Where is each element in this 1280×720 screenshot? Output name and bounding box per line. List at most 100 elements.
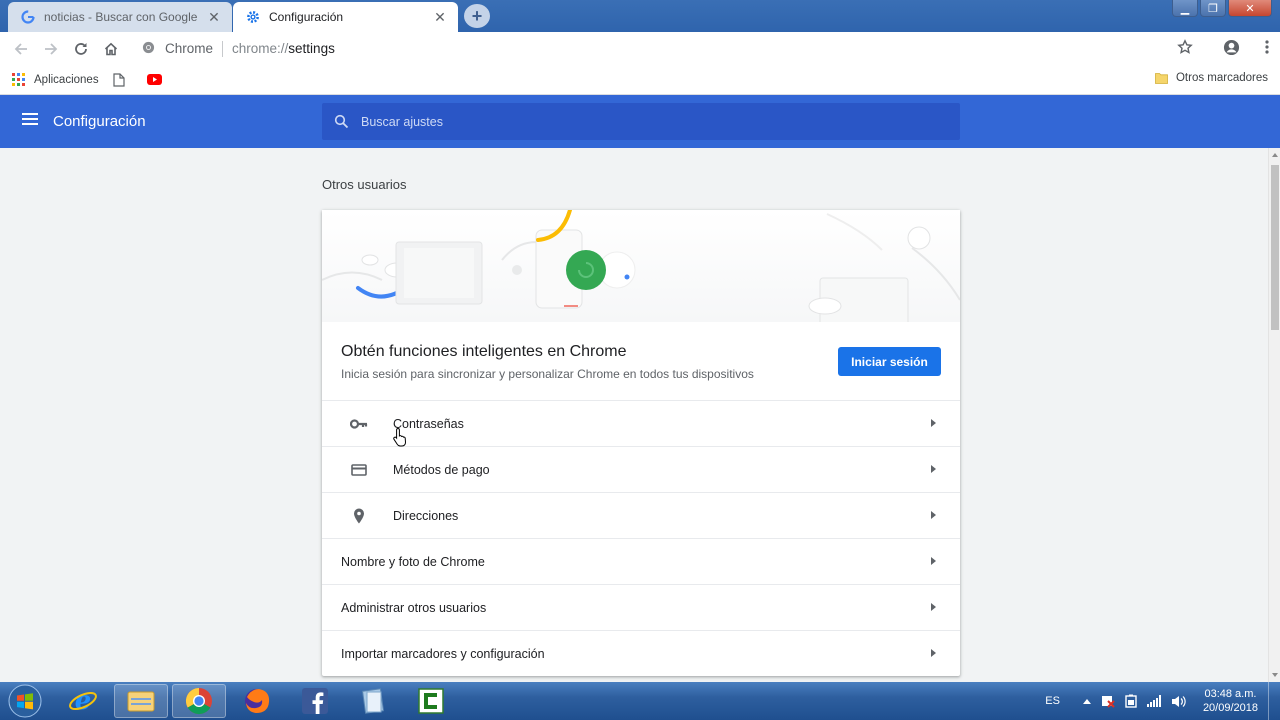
row-label: Nombre y foto de Chrome [341, 554, 485, 569]
forward-button[interactable] [36, 34, 66, 64]
key-icon [350, 415, 368, 433]
row-payment-methods[interactable]: Métodos de pago [322, 446, 960, 492]
page-title: Configuración [53, 113, 146, 130]
clock-time: 03:48 a.m. [1204, 688, 1257, 700]
home-icon [104, 42, 118, 55]
chrome-site-icon [142, 41, 155, 57]
tab-title: noticias - Buscar con Google [44, 10, 198, 24]
bookmark-youtube[interactable] [146, 74, 170, 85]
taskbar-camtasia[interactable] [404, 684, 458, 718]
clock[interactable]: 03:48 a.m. 20/09/2018 [1203, 687, 1258, 715]
system-tray: ES 03:48 a.m. 20/09/2018 [1045, 682, 1280, 720]
bookmark-star-icon[interactable] [1177, 39, 1193, 58]
windows-taskbar: e ES 03:48 a.m. 20/09/2018 [0, 682, 1280, 720]
section-title: Otros usuarios [322, 177, 407, 192]
sync-illustration [322, 210, 960, 322]
camtasia-icon [418, 688, 444, 714]
google-g-icon [20, 9, 36, 25]
chrome-menu-icon[interactable] [1264, 39, 1270, 58]
show-desktop-button[interactable] [1268, 682, 1280, 720]
action-center-icon[interactable] [1101, 694, 1115, 708]
scroll-thumb[interactable] [1271, 165, 1279, 330]
minimize-button[interactable]: ▁ [1172, 0, 1198, 17]
other-bookmarks[interactable]: Otros marcadores [1155, 72, 1268, 84]
chevron-right-icon [931, 419, 936, 427]
chevron-right-icon [931, 465, 936, 473]
row-import-bookmarks[interactable]: Importar marcadores y configuración [322, 630, 960, 676]
settings-content: Otros usuarios Obtén funciones inteligen… [0, 148, 1268, 682]
page-icon [112, 72, 125, 87]
scroll-down-icon[interactable] [1272, 673, 1278, 677]
toolbar-right [1177, 32, 1270, 65]
taskbar-file-explorer[interactable] [114, 684, 168, 718]
people-card: Obtén funciones inteligentes en Chrome I… [322, 210, 960, 676]
close-tab-icon[interactable]: ✕ [432, 9, 448, 25]
chevron-right-icon [931, 649, 936, 657]
back-button[interactable] [6, 34, 36, 64]
credit-card-icon [350, 461, 368, 479]
forward-arrow-icon [45, 42, 58, 55]
taskbar-chrome[interactable] [172, 684, 226, 718]
apps-grid-icon [12, 72, 26, 87]
back-arrow-icon [14, 42, 27, 55]
hand-cursor-icon [393, 427, 407, 447]
row-label: Métodos de pago [393, 462, 490, 477]
windows-logo-icon [8, 684, 42, 718]
firefox-icon [245, 689, 270, 713]
scroll-up-icon[interactable] [1272, 153, 1278, 157]
volume-icon[interactable] [1171, 695, 1186, 708]
sign-in-button[interactable]: Iniciar sesión [838, 347, 941, 376]
row-label: Importar marcadores y configuración [341, 646, 545, 661]
taskbar-firefox[interactable] [230, 684, 284, 718]
url-path: settings [288, 41, 335, 56]
browser-toolbar: Chrome chrome://settings [0, 32, 1280, 65]
close-tab-icon[interactable]: ✕ [206, 9, 222, 25]
other-bookmarks-label: Otros marcadores [1175, 72, 1268, 84]
chevron-right-icon [931, 511, 936, 519]
url-scheme: chrome:// [232, 41, 289, 56]
site-label: Chrome [165, 41, 214, 56]
taskbar-notebook[interactable] [346, 684, 400, 718]
search-input[interactable] [361, 114, 921, 129]
youtube-icon [146, 74, 162, 85]
tab-strip: noticias - Buscar con Google ✕ Configura… [0, 0, 1280, 32]
gear-icon [245, 9, 261, 25]
row-label: Administrar otros usuarios [341, 600, 487, 615]
restore-button[interactable]: ❐ [1200, 0, 1226, 17]
row-chrome-name-photo[interactable]: Nombre y foto de Chrome [322, 538, 960, 584]
internet-explorer-icon: e [69, 686, 97, 716]
language-indicator[interactable]: ES [1045, 695, 1060, 707]
reload-button[interactable] [66, 34, 96, 64]
search-icon [334, 114, 349, 129]
show-hidden-icons-icon[interactable] [1082, 698, 1091, 704]
bookmark-label: Aplicaciones [34, 73, 99, 86]
settings-search[interactable] [322, 103, 960, 140]
row-addresses[interactable]: Direcciones [322, 492, 960, 538]
vertical-scrollbar[interactable] [1268, 148, 1280, 682]
row-passwords[interactable]: Contraseñas [322, 400, 960, 446]
start-button[interactable] [2, 683, 48, 719]
chevron-right-icon [931, 557, 936, 565]
row-label: Direcciones [393, 508, 459, 523]
svg-text:e: e [75, 686, 92, 716]
taskbar-facebook[interactable] [288, 684, 342, 718]
omnibox[interactable]: Chrome chrome://settings [134, 34, 1212, 63]
tab-settings[interactable]: Configuración ✕ [233, 2, 458, 32]
promo-subtitle: Inicia sesión para sincronizar y persona… [341, 367, 754, 381]
row-manage-other-people[interactable]: Administrar otros usuarios [322, 584, 960, 630]
window-controls: ▁ ❐ ✕ [1172, 0, 1272, 18]
new-tab-button[interactable]: + [464, 4, 490, 28]
close-window-button[interactable]: ✕ [1228, 0, 1272, 17]
home-button[interactable] [96, 34, 126, 64]
taskbar-internet-explorer[interactable]: e [56, 684, 110, 718]
hamburger-menu-icon[interactable] [22, 112, 42, 132]
network-signal-icon[interactable] [1146, 695, 1161, 707]
bookmark-page[interactable] [112, 72, 133, 87]
facebook-icon [302, 688, 328, 714]
settings-header: Configuración [0, 95, 1280, 148]
bookmark-apps[interactable]: Aplicaciones [12, 72, 99, 87]
profile-avatar-icon[interactable] [1223, 39, 1240, 59]
tab-google-search[interactable]: noticias - Buscar con Google ✕ [8, 2, 232, 32]
clock-date: 20/09/2018 [1202, 702, 1258, 714]
battery-icon[interactable] [1125, 694, 1137, 708]
